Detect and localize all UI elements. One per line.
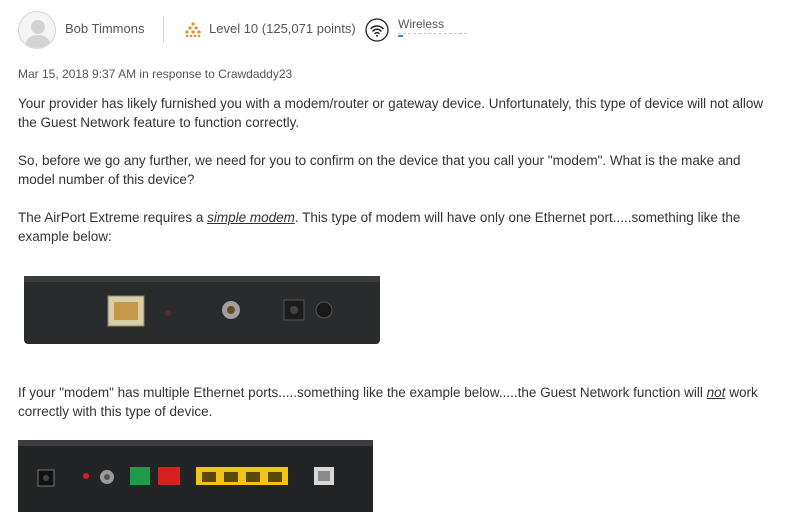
category-link-wireless[interactable]: Wireless (398, 17, 467, 34)
multi-port-gateway-image (18, 440, 386, 512)
p3-text-before: The AirPort Extreme requires a (18, 210, 208, 225)
p4-text-before: If your "modem" has multiple Ethernet po… (18, 385, 707, 400)
level-label: Level 10 (209, 21, 259, 36)
paragraph-1: Your provider has likely furnished you w… (18, 96, 764, 130)
level-pyramid-icon (185, 22, 201, 37)
paragraph-2: So, before we go any further, we need fo… (18, 153, 741, 187)
paragraph-4: If your "modem" has multiple Ethernet po… (18, 383, 780, 421)
paragraph-3: The AirPort Extreme requires a simple mo… (18, 208, 780, 246)
not-emphasis: not (706, 385, 726, 400)
author-name-link[interactable]: Bob Timmons (65, 21, 144, 36)
user-level: Level 10 (125,071 points) (209, 21, 356, 36)
in-response-to-label: in response to (139, 67, 215, 81)
simple-modem-emphasis: simple modem (207, 210, 295, 225)
post-meta: Mar 15, 2018 9:37 AM in response to Craw… (18, 67, 292, 81)
post-timestamp: Mar 15, 2018 9:37 AM (18, 67, 137, 81)
points-label: (125,071 points) (261, 21, 356, 36)
simple-modem-image (18, 266, 386, 350)
divider (163, 16, 164, 42)
reply-to-user-link[interactable]: Crawdaddy23 (218, 67, 292, 81)
wifi-icon (365, 18, 389, 42)
user-avatar-icon[interactable] (18, 11, 56, 49)
category-accent (398, 35, 403, 37)
author-bar: Bob Timmons Level 10 (125,071 points) Wi… (18, 11, 778, 49)
